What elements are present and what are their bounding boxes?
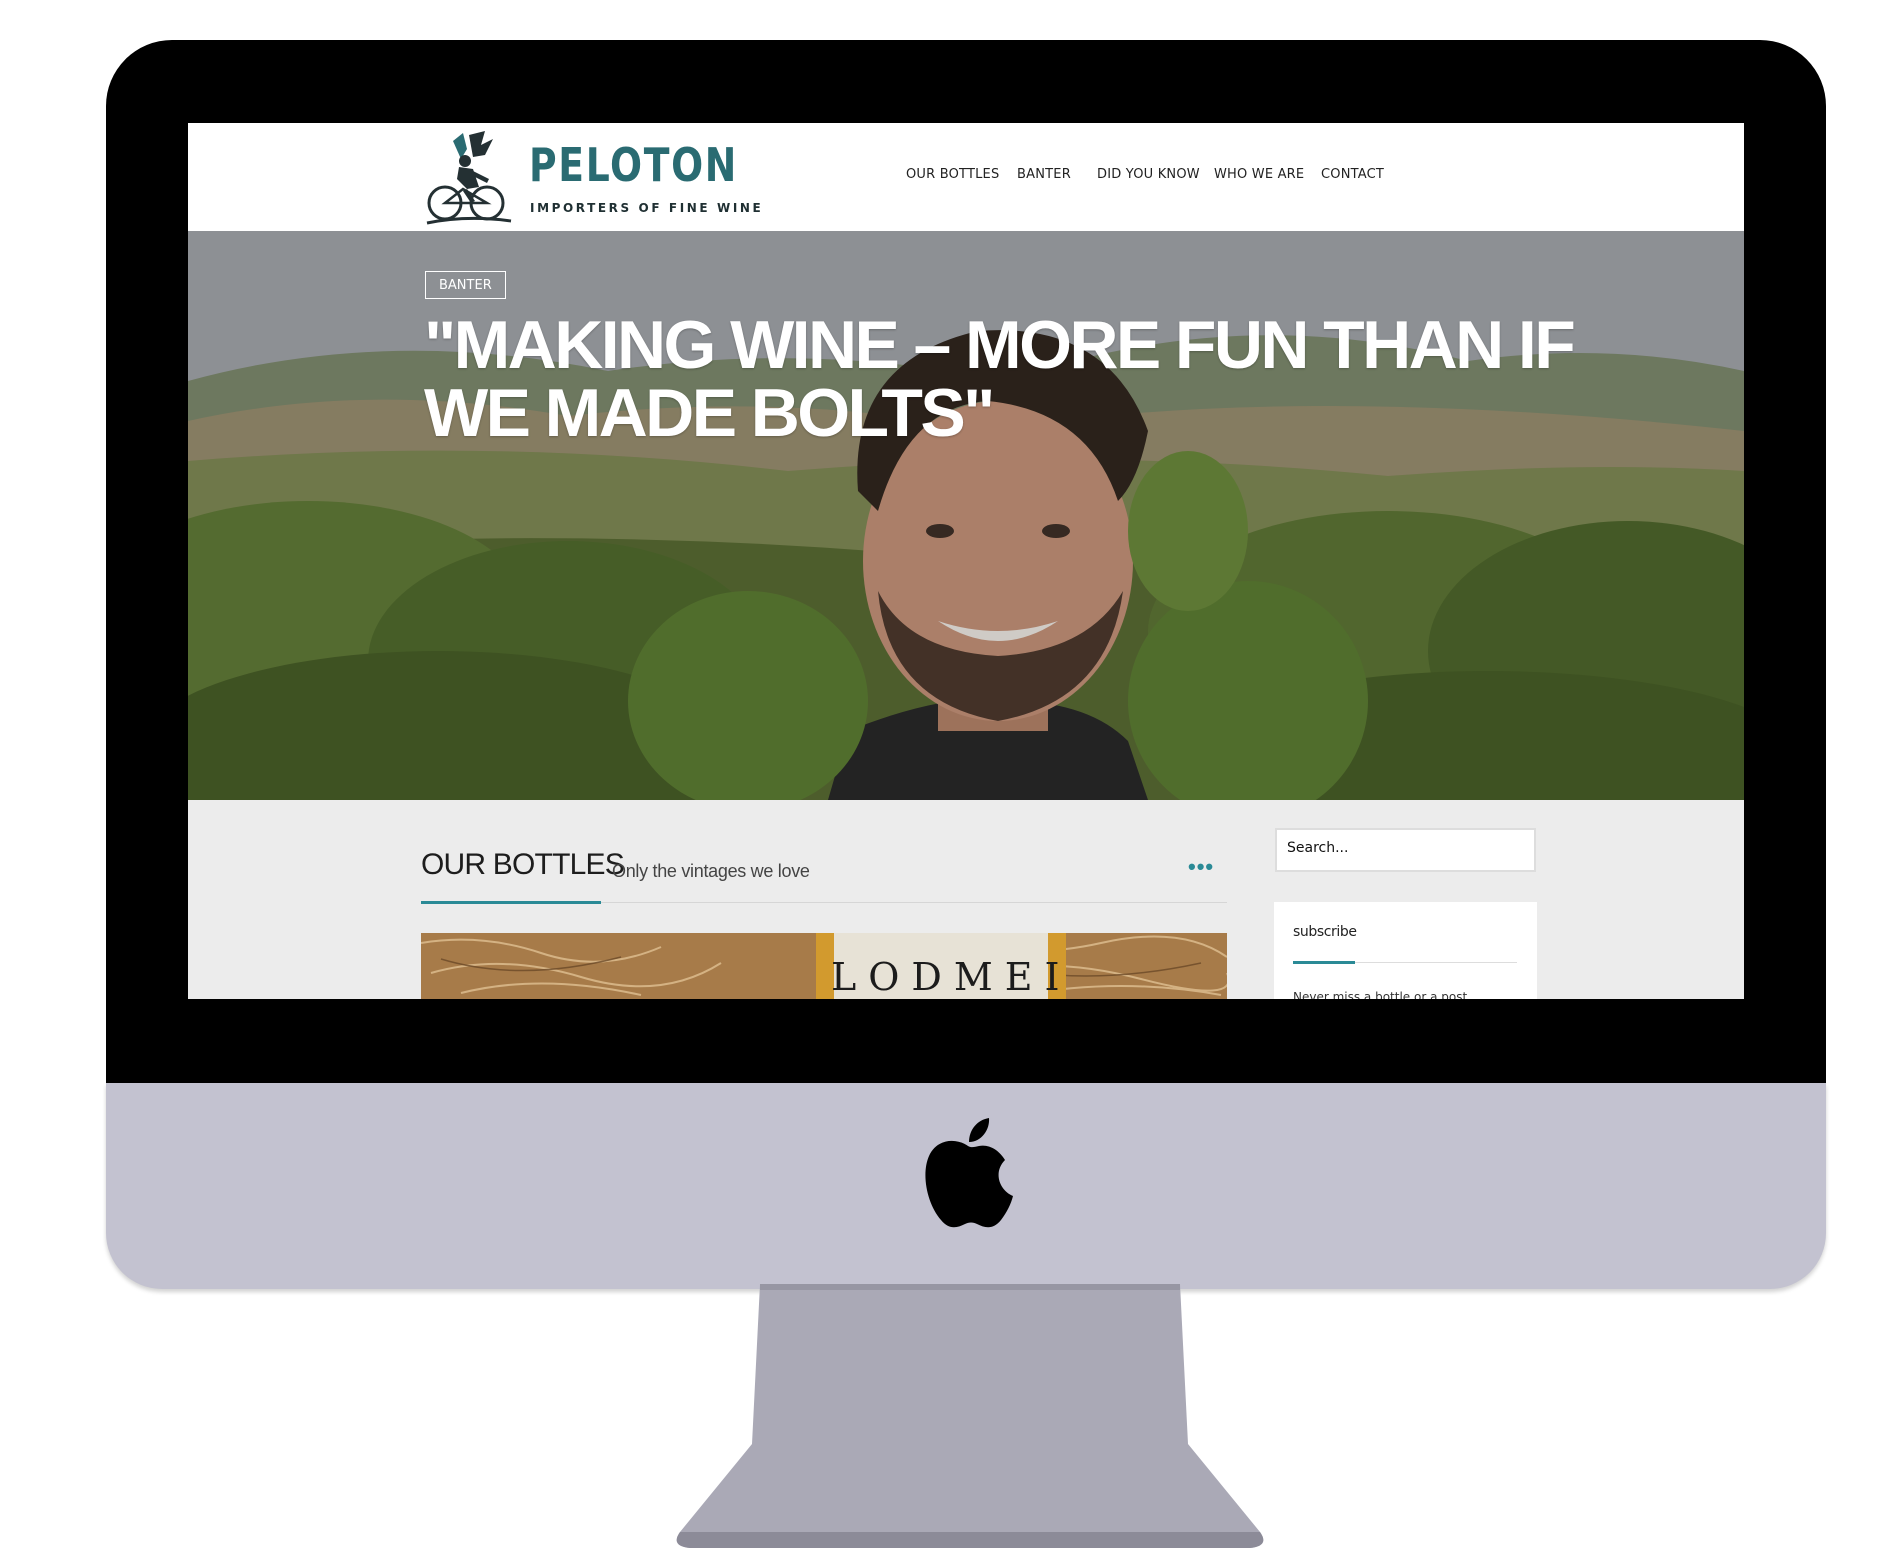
- section-accent-bar: [421, 901, 601, 904]
- widget-accent-bar: [1293, 961, 1355, 964]
- nav-item-did-you-know[interactable]: DID YOU KNOW: [1097, 167, 1200, 182]
- imac-mockup: PELOTON IMPORTERS OF FINE WINE OUR BOTTL…: [0, 0, 1901, 1561]
- section-title: OUR BOTTLES: [421, 848, 625, 881]
- subscribe-widget: subscribe Never miss a bottle or a post: [1274, 902, 1537, 999]
- site-header: PELOTON IMPORTERS OF FINE WINE OUR BOTTL…: [188, 123, 1744, 231]
- search-input[interactable]: Search...: [1275, 828, 1536, 872]
- category-tag-banter[interactable]: BANTER: [425, 271, 506, 299]
- straw-background: [421, 933, 1227, 999]
- featured-bottle-image[interactable]: LODMEI: [421, 933, 1227, 999]
- hero-title[interactable]: "MAKING WINE – MORE FUN THAN IF WE MADE …: [424, 311, 1576, 447]
- nav-item-our-bottles[interactable]: OUR BOTTLES: [906, 167, 999, 182]
- nav-item-contact[interactable]: CONTACT: [1321, 167, 1384, 182]
- monitor-stand: [676, 1284, 1264, 1548]
- widget-title: subscribe: [1293, 924, 1357, 940]
- website-screen: PELOTON IMPORTERS OF FINE WINE OUR BOTTL…: [188, 123, 1744, 999]
- bottle-label-text: LODMEI: [831, 955, 1072, 999]
- main-navigation: OUR BOTTLES BANTER DID YOU KNOW WHO WE A…: [188, 167, 1744, 187]
- nav-item-who-we-are[interactable]: WHO WE ARE: [1214, 167, 1304, 182]
- widget-text: Never miss a bottle or a post: [1293, 990, 1468, 999]
- ellipsis-icon[interactable]: •••: [1188, 856, 1214, 878]
- hero-banner[interactable]: BANTER "MAKING WINE – MORE FUN THAN IF W…: [188, 231, 1744, 800]
- logo-tagline: IMPORTERS OF FINE WINE: [530, 201, 764, 215]
- nav-item-banter[interactable]: BANTER: [1017, 167, 1071, 182]
- apple-logo-icon: [925, 1118, 1013, 1228]
- section-subtitle: Only the vintages we love: [612, 861, 810, 881]
- main-content: OUR BOTTLES Only the vintages we love ••…: [188, 800, 1744, 999]
- monitor-chin: [106, 1083, 1826, 1289]
